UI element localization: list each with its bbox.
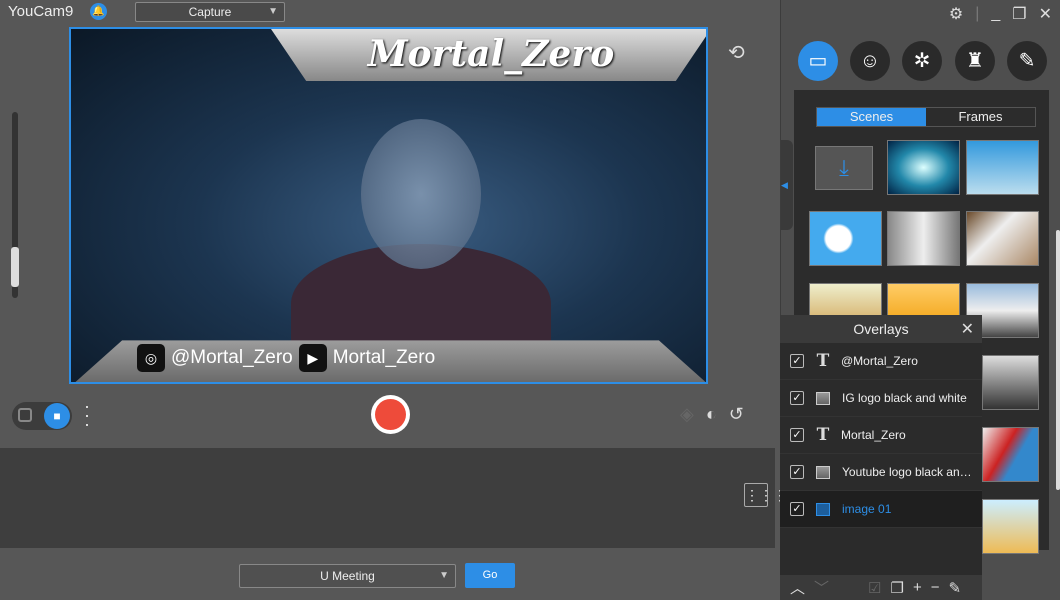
scene-thumbnail[interactable] <box>887 211 960 266</box>
face-beautify-icon[interactable]: ◐ <box>706 404 717 425</box>
scene-thumbnail[interactable] <box>982 427 1039 482</box>
camera-rotate-icon[interactable]: ⟲ <box>728 40 745 65</box>
filmstrip-panel <box>0 448 775 548</box>
mode-select-value: Capture <box>188 5 232 19</box>
checkbox[interactable]: ✓ <box>790 428 804 442</box>
add-icon[interactable]: + <box>913 579 922 596</box>
main-area: YouCam9 🔔 Capture ▼ Mortal_Zero ◎ @Mortal… <box>0 0 787 600</box>
overlay-label: Mortal_Zero <box>841 428 906 442</box>
checkbox[interactable]: ✓ <box>790 391 804 405</box>
go-button[interactable]: Go <box>465 563 515 588</box>
checkbox[interactable]: ✓ <box>790 502 804 516</box>
scene-thumbnail[interactable] <box>982 499 1039 554</box>
tab-scenes[interactable]: Scenes <box>817 108 926 126</box>
scene-frame-icon[interactable]: ▭ <box>798 41 838 81</box>
gear-icon[interactable]: ⚙ <box>949 4 963 24</box>
overlay-item[interactable]: ✓ T Mortal_Zero <box>780 417 982 454</box>
emoji-icon[interactable]: ☺ <box>850 41 890 81</box>
overlay-label: @Mortal_Zero <box>841 354 918 368</box>
overlay-label: IG logo black and white <box>842 391 967 405</box>
move-up-icon[interactable]: ︿ <box>790 577 805 598</box>
overlay-item[interactable]: ✓ Youtube logo black and white <box>780 454 982 491</box>
instagram-handle[interactable]: @Mortal_Zero <box>171 347 293 369</box>
overlay-item[interactable]: ✓ IG logo black and white <box>780 380 982 417</box>
restore-icon[interactable]: ❐ <box>1012 4 1026 24</box>
undo-icon[interactable]: ↺ <box>729 404 744 425</box>
overlay-banner[interactable]: Mortal_Zero <box>271 29 706 81</box>
app-select[interactable]: U Meeting ▼ <box>239 564 456 588</box>
overlays-title: Overlays <box>853 321 909 337</box>
effects-icon[interactable]: ✲ <box>902 41 942 81</box>
chevron-down-icon: ▼ <box>439 570 449 581</box>
close-icon[interactable]: ✕ <box>1039 4 1052 24</box>
camera-preview[interactable]: Mortal_Zero ◎ @Mortal_Zero ▶ Mortal_Zero <box>69 27 708 384</box>
photo-video-toggle[interactable]: ■ <box>12 402 72 430</box>
overlay-item[interactable]: ✓ T @Mortal_Zero <box>780 343 982 380</box>
person-face <box>361 119 481 269</box>
gallery-tabs: Scenes Frames <box>816 107 1036 127</box>
more-options-icon[interactable]: · · · <box>84 397 92 433</box>
photo-icon[interactable] <box>18 408 32 422</box>
close-icon[interactable]: ✕ <box>961 319 974 339</box>
preview-tools: ◈ ◐ ↺ <box>680 404 744 425</box>
notification-bell-icon[interactable]: 🔔 <box>90 3 107 20</box>
brush-icon[interactable]: ✎ <box>1007 41 1047 81</box>
slider-handle[interactable] <box>11 247 19 287</box>
download-icon[interactable]: ⤓ <box>815 146 873 190</box>
text-icon: T <box>816 425 830 445</box>
window-controls: ⚙ | _ ❐ ✕ <box>949 4 1052 24</box>
remove-icon[interactable]: − <box>931 579 940 596</box>
scene-thumbnail[interactable] <box>809 211 882 266</box>
overlay-item-selected[interactable]: ✓ image 01 <box>780 491 982 528</box>
mode-select[interactable]: Capture ▼ <box>135 2 285 22</box>
video-icon[interactable]: ■ <box>44 403 70 429</box>
social-handles: ◎ @Mortal_Zero ▶ Mortal_Zero <box>137 341 435 375</box>
duplicate-icon[interactable]: ❐ <box>890 579 903 597</box>
youtube-icon: ▶ <box>298 344 327 372</box>
checkbox[interactable]: ✓ <box>790 465 804 479</box>
minimize-icon[interactable]: _ <box>991 5 1000 23</box>
chevron-down-icon: ▼ <box>268 6 278 17</box>
text-icon: T <box>816 351 830 371</box>
zoom-slider[interactable] <box>11 112 19 298</box>
overlays-panel: Overlays ✕ ✓ T @Mortal_Zero ✓ IG logo black… <box>780 315 982 600</box>
image-icon <box>816 391 830 405</box>
collapse-panel-button[interactable]: ◀ <box>781 140 793 230</box>
gallery-scrollbar[interactable] <box>1056 230 1060 490</box>
scene-thumbnail[interactable] <box>982 355 1039 410</box>
app-title: YouCam9 <box>8 3 74 20</box>
image-icon <box>816 502 830 516</box>
overlay-label: Youtube logo black and white <box>842 465 977 479</box>
scene-thumbnail[interactable] <box>966 211 1039 266</box>
app-select-value: U Meeting <box>320 569 375 583</box>
overlays-header: Overlays <box>780 315 982 343</box>
checkbox[interactable]: ✓ <box>790 354 804 368</box>
youtube-handle[interactable]: Mortal_Zero <box>333 347 435 369</box>
grid-view-icon[interactable]: ⋮⋮⋮ <box>744 483 787 507</box>
avatar-icon[interactable]: ♜ <box>955 41 995 81</box>
instagram-icon: ◎ <box>137 344 165 372</box>
select-all-icon[interactable]: ☑ <box>868 579 881 597</box>
divider: | <box>975 5 980 22</box>
scene-thumbnail[interactable] <box>887 140 960 195</box>
record-button[interactable] <box>371 395 410 434</box>
scene-thumbnail[interactable] <box>966 140 1039 195</box>
image-icon <box>816 465 830 479</box>
tab-frames[interactable]: Frames <box>926 108 1035 126</box>
overlay-label: image 01 <box>842 502 892 516</box>
overlays-toolbar: ︿ ﹀ ☑ ❐ + − ✎ <box>780 575 982 600</box>
layers-icon[interactable]: ◈ <box>680 404 694 425</box>
move-down-icon[interactable]: ﹀ <box>814 577 829 598</box>
edit-icon[interactable]: ✎ <box>948 579 961 597</box>
